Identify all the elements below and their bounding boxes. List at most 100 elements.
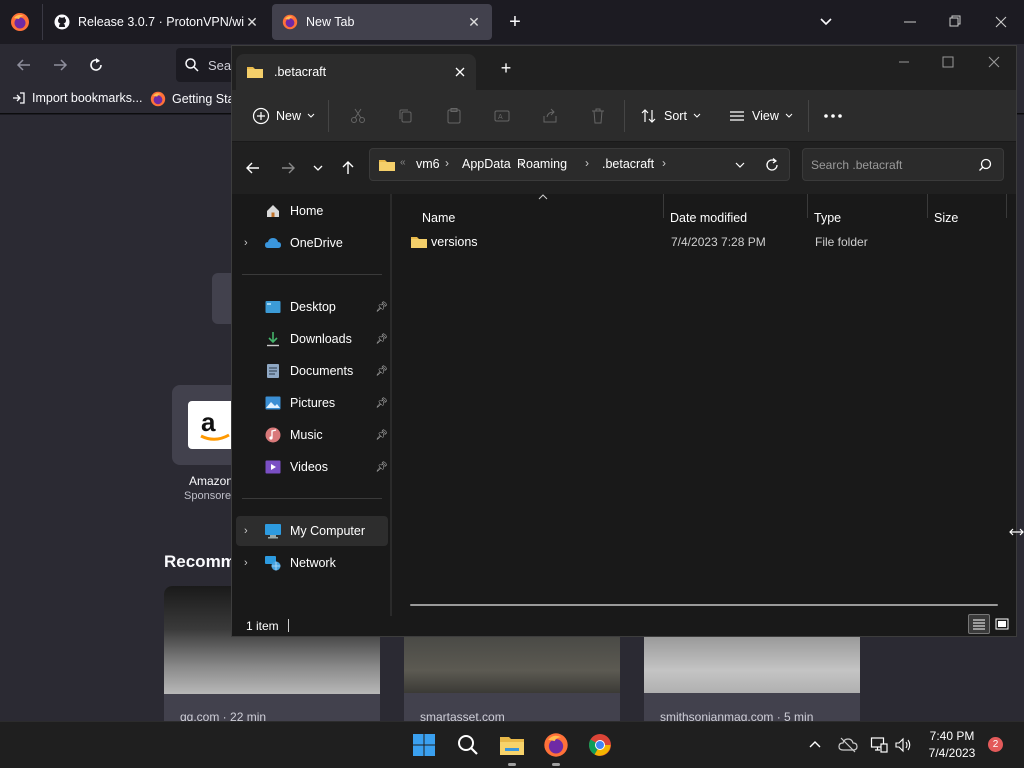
pin-icon[interactable]: 📌︎ [375, 398, 388, 409]
firefox-menu-icon[interactable] [10, 12, 30, 32]
close-tab-icon[interactable]: ✕ [244, 14, 260, 31]
search-icon[interactable] [977, 157, 993, 173]
firefox-taskbar-icon[interactable] [541, 730, 571, 766]
tab-new-tab[interactable]: New Tab ✕ [272, 4, 492, 40]
column-divider[interactable] [927, 194, 928, 218]
search-icon[interactable] [453, 730, 483, 760]
explorer-tab[interactable]: .betacraft [236, 54, 476, 90]
nav-label: My Computer [290, 524, 366, 538]
nav-my-computer[interactable]: › My Computer [236, 516, 388, 546]
pin-icon[interactable]: 📌︎ [375, 302, 388, 313]
back-icon[interactable] [14, 55, 34, 75]
breadcrumb-segment[interactable]: .betacraft [602, 157, 654, 171]
search-box[interactable]: Search .betacraft [802, 148, 1004, 181]
refresh-icon[interactable] [764, 157, 780, 173]
restore-icon[interactable] [947, 12, 963, 32]
close-window-icon[interactable] [986, 54, 1002, 70]
expand-chevron-icon[interactable]: › [244, 525, 254, 537]
breadcrumb-segment[interactable]: Roaming [517, 157, 567, 171]
file-explorer-icon[interactable] [497, 730, 527, 766]
column-header-name[interactable]: Name [422, 206, 662, 230]
close-window-icon[interactable] [993, 12, 1009, 32]
cut-icon[interactable] [346, 104, 370, 128]
column-header-date[interactable]: Date modified [670, 206, 808, 230]
table-row[interactable]: versions 7/4/2023 7:28 PM File folder [404, 228, 1004, 256]
bookmark-import[interactable]: Import bookmarks... [12, 91, 142, 105]
pin-icon[interactable]: 📌︎ [375, 430, 388, 441]
column-divider[interactable] [663, 194, 664, 218]
nav-pictures[interactable]: Pictures 📌︎ [232, 388, 390, 418]
nav-videos[interactable]: Videos 📌︎ [232, 452, 390, 482]
pin-icon[interactable]: 📌︎ [375, 462, 388, 473]
column-header-type[interactable]: Type [814, 206, 928, 230]
overflow-chevron-icon[interactable]: « [400, 157, 406, 168]
breadcrumb-segment[interactable]: AppData [462, 157, 511, 171]
volume-icon[interactable] [894, 736, 912, 754]
url-bar[interactable]: Sea [176, 48, 236, 82]
minimize-icon[interactable] [902, 12, 918, 32]
rename-icon[interactable]: A [490, 104, 514, 128]
maximize-icon[interactable] [940, 54, 956, 70]
start-windows-icon[interactable] [409, 730, 439, 760]
nav-desktop[interactable]: Desktop 📌︎ [232, 292, 390, 322]
copy-icon[interactable] [394, 104, 418, 128]
recent-locations-chevron-icon[interactable] [311, 161, 325, 175]
clock-time: 7:40 PM [929, 729, 975, 743]
breadcrumb-chevron-icon[interactable]: › [445, 156, 449, 170]
horizontal-scrollbar[interactable] [410, 604, 998, 606]
folder-icon [378, 157, 396, 173]
chrome-icon[interactable] [585, 730, 615, 760]
bookmark-getting-started[interactable]: Getting Star [150, 91, 239, 107]
notification-badge[interactable]: 2 [988, 737, 1003, 752]
story-card[interactable]: smithsonianmag.com · 5 min [644, 637, 860, 721]
forward-icon[interactable] [279, 159, 297, 177]
expand-chevron-icon[interactable]: › [244, 237, 254, 249]
breadcrumb-chevron-icon[interactable]: › [662, 156, 666, 170]
clock[interactable]: 7:40 PM 7/4/2023 [918, 729, 986, 763]
forward-icon[interactable] [50, 55, 70, 75]
nav-home[interactable]: Home [232, 196, 390, 226]
large-icons-view-icon[interactable] [992, 614, 1012, 634]
back-icon[interactable] [244, 159, 262, 177]
pane-splitter[interactable] [390, 194, 392, 616]
new-tab-plus-icon[interactable]: + [498, 59, 514, 77]
nav-downloads[interactable]: Downloads 📌︎ [232, 324, 390, 354]
view-button[interactable]: View [728, 102, 793, 130]
address-bar[interactable]: « vm6 › AppData › Roaming › .betacraft › [369, 148, 790, 181]
new-button[interactable]: New [252, 102, 315, 130]
paste-icon[interactable] [442, 104, 466, 128]
nav-label: Home [290, 204, 324, 218]
reload-icon[interactable] [86, 55, 106, 75]
close-tab-icon[interactable]: ✕ [466, 14, 482, 31]
pin-icon[interactable]: 📌︎ [375, 334, 388, 345]
tab-release[interactable]: Release 3.0.7 · ProtonVPN/win- ✕ [44, 4, 270, 40]
nav-onedrive[interactable]: › OneDrive [232, 228, 390, 258]
sort-ascending-icon [538, 190, 548, 200]
up-folder-icon[interactable] [339, 159, 357, 177]
nav-documents[interactable]: Documents 📌︎ [232, 356, 390, 386]
delete-icon[interactable] [586, 104, 610, 128]
new-tab-plus-icon[interactable]: + [504, 11, 526, 33]
column-divider[interactable] [1006, 194, 1007, 218]
nav-music[interactable]: Music 📌︎ [232, 420, 390, 450]
network-status-icon[interactable] [870, 736, 888, 754]
more-options-icon[interactable] [821, 104, 845, 128]
show-hidden-icons-chevron-icon[interactable] [807, 737, 823, 753]
breadcrumb-segment[interactable]: vm6 [416, 157, 440, 171]
pin-icon[interactable]: 📌︎ [375, 366, 388, 377]
story-card[interactable]: smartasset.com [404, 637, 620, 721]
sort-button[interactable]: Sort [640, 102, 701, 130]
list-tabs-chevron-icon[interactable] [816, 12, 836, 32]
minimize-icon[interactable] [896, 54, 912, 70]
column-header-size[interactable]: Size [934, 206, 1006, 230]
expand-chevron-icon[interactable]: › [244, 557, 254, 569]
column-divider[interactable] [807, 194, 808, 218]
onedrive-offline-icon[interactable] [838, 736, 858, 754]
breadcrumb-chevron-icon[interactable]: › [585, 156, 589, 170]
close-tab-icon[interactable] [454, 66, 466, 78]
svg-text:a: a [201, 407, 216, 437]
address-history-chevron-icon[interactable] [734, 159, 746, 171]
share-icon[interactable] [538, 104, 562, 128]
nav-network[interactable]: › Network [232, 548, 390, 578]
details-view-icon[interactable] [968, 614, 990, 634]
